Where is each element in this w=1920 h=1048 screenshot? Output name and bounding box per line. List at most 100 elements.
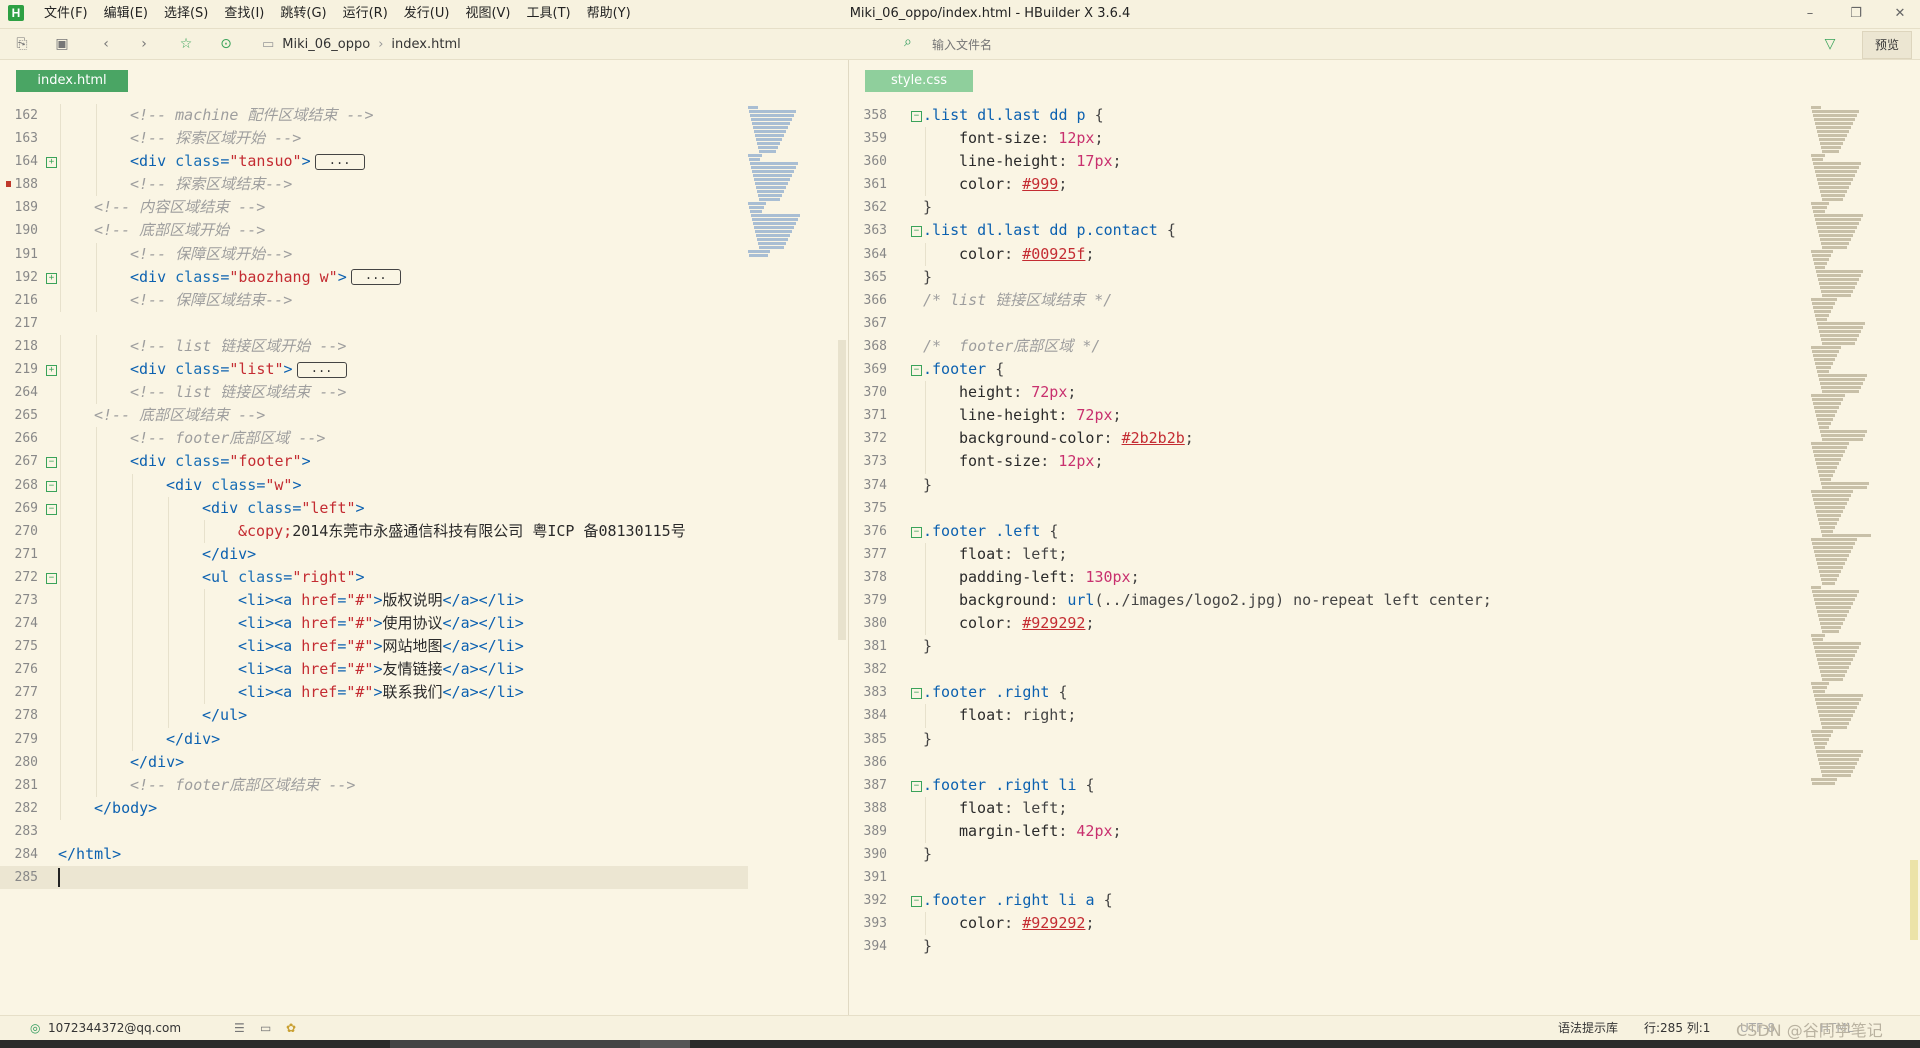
menu-item[interactable]: 工具(T)	[519, 0, 579, 28]
minimap-row	[1817, 370, 1829, 373]
line-number: 380	[863, 616, 887, 632]
fold-expand-icon[interactable]: +	[46, 365, 57, 377]
code-token: <li><a	[238, 590, 302, 609]
indent-guide	[132, 704, 133, 728]
new-file-icon[interactable]: ⎘	[12, 34, 32, 54]
filter-icon[interactable]: ▽	[1820, 34, 1840, 54]
star-icon[interactable]: ☆	[176, 34, 196, 54]
minimap-row	[1814, 454, 1843, 457]
menu-item[interactable]: 视图(V)	[457, 0, 518, 28]
code-token: <!-- list 链接区域开始 -->	[130, 336, 347, 355]
save-icon[interactable]: ▣	[52, 34, 72, 54]
back-icon[interactable]: ‹	[96, 34, 116, 54]
code-token: ;	[1085, 614, 1095, 633]
file-search-input[interactable]	[930, 33, 1804, 57]
minimap-row	[1814, 358, 1835, 361]
code-editor-left[interactable]: 162 <!-- machine 配件区域结束 --> 163 <!-- 探索区域开始…	[0, 104, 748, 890]
code-token: :	[1013, 383, 1032, 402]
scrollbar-left[interactable]	[838, 340, 846, 640]
minimap-row	[1821, 722, 1849, 725]
fold-collapse-icon[interactable]: −	[911, 896, 922, 908]
account-label[interactable]: 1072344372@qq.com	[48, 1016, 181, 1040]
code-token: <!-- 底部区域开始 -->	[94, 221, 266, 240]
minimap-right[interactable]	[1811, 105, 1871, 865]
indent-guide	[925, 704, 926, 728]
minimap-row	[1813, 498, 1849, 501]
minimap-row	[755, 134, 784, 137]
fold-collapse-icon[interactable]: −	[46, 457, 57, 469]
fold-collapse-icon[interactable]: −	[911, 780, 922, 792]
menu-item[interactable]: 编辑(E)	[96, 0, 156, 28]
minimap-row	[754, 130, 786, 133]
tab-style-css[interactable]: style.css	[865, 70, 973, 92]
menu-item[interactable]: 发行(U)	[396, 0, 458, 28]
taskbar-item[interactable]	[640, 1040, 690, 1048]
minimap-left[interactable]	[748, 105, 808, 865]
cursor-position[interactable]: 行:285 列:1	[1644, 1016, 1710, 1040]
close-button[interactable]: ✕	[1880, 0, 1920, 28]
collapsed-block-button[interactable]: ...	[314, 153, 365, 170]
menu-item[interactable]: 选择(S)	[156, 0, 216, 28]
minimap-row	[1822, 246, 1847, 249]
code-editor-right[interactable]: 358− .list dl.last dd p {359 font-size: 12…	[849, 104, 1809, 958]
code-line: 189 <!-- 内容区域结束 -->	[0, 196, 748, 220]
scrollbar-right[interactable]	[1910, 860, 1918, 940]
fold-collapse-icon[interactable]: −	[911, 526, 922, 538]
code-token: ;	[1130, 567, 1140, 586]
code-token: ;	[1112, 821, 1122, 840]
fold-expand-icon[interactable]: +	[46, 272, 57, 284]
code-token: #929292	[1022, 914, 1086, 933]
code-text: <div class="list">...	[130, 358, 347, 381]
minimap-row	[1820, 718, 1851, 721]
indent-guide	[60, 635, 61, 659]
fold-collapse-icon[interactable]: −	[46, 480, 57, 492]
breadcrumb-file[interactable]: index.html	[391, 37, 460, 52]
code-text: }	[923, 196, 932, 219]
fold-collapse-icon[interactable]: −	[46, 572, 57, 584]
code-token: >	[373, 683, 383, 702]
preview-button[interactable]: 预览	[1862, 31, 1912, 59]
indent-guide	[60, 773, 61, 797]
minimap-row	[749, 206, 764, 209]
minimize-button[interactable]: –	[1790, 0, 1830, 28]
minimap-row	[1820, 382, 1863, 385]
run-icon[interactable]: ⊙	[216, 34, 236, 54]
terminal-icon[interactable]: ▭	[260, 1016, 271, 1040]
minimap-row	[1811, 778, 1837, 781]
fold-expand-icon[interactable]: +	[46, 157, 57, 169]
code-token: <div	[130, 152, 176, 171]
taskbar-item[interactable]	[390, 1040, 640, 1048]
list-icon[interactable]: ☰	[234, 1016, 245, 1040]
menu-item[interactable]: 运行(R)	[335, 0, 396, 28]
menu-item[interactable]: 查找(I)	[216, 0, 272, 28]
minimap-row	[1822, 342, 1855, 345]
syntax-hint[interactable]: 语法提示库	[1558, 1016, 1618, 1040]
plugin-icon[interactable]: ✿	[286, 1016, 296, 1040]
fold-collapse-icon[interactable]: −	[911, 111, 922, 122]
restore-button[interactable]: ❐	[1836, 0, 1876, 28]
minimap-row	[1821, 674, 1845, 677]
tab-index-html[interactable]: index.html	[16, 70, 128, 92]
breadcrumb-project[interactable]: Miki_06_oppo	[282, 37, 370, 52]
code-token: =	[220, 360, 230, 379]
menu-item[interactable]: 文件(F)	[36, 0, 96, 28]
line-number: 368	[863, 338, 887, 354]
collapsed-block-button[interactable]: ...	[350, 269, 401, 286]
forward-icon[interactable]: ›	[134, 34, 154, 54]
fold-collapse-icon[interactable]: −	[911, 688, 922, 700]
fold-collapse-icon[interactable]: −	[911, 226, 922, 238]
code-line: 277 <li><a href="#">联系我们</a></li>	[0, 681, 748, 705]
fold-collapse-icon[interactable]: −	[46, 503, 57, 515]
menu-item[interactable]: 帮助(Y)	[579, 0, 639, 28]
line-number: 266	[14, 431, 38, 447]
indent-guide	[96, 127, 97, 151]
line-number: 272	[14, 569, 38, 585]
code-token: "#"	[346, 614, 374, 633]
code-token: </html>	[58, 845, 122, 863]
code-token: =	[256, 475, 266, 494]
code-line: 373 font-size: 12px;	[849, 450, 1809, 474]
menu-item[interactable]: 跳转(G)	[272, 0, 334, 28]
fold-collapse-icon[interactable]: −	[911, 365, 922, 377]
collapsed-block-button[interactable]: ...	[296, 361, 347, 378]
code-line: 162 <!-- machine 配件区域结束 -->	[0, 104, 748, 128]
